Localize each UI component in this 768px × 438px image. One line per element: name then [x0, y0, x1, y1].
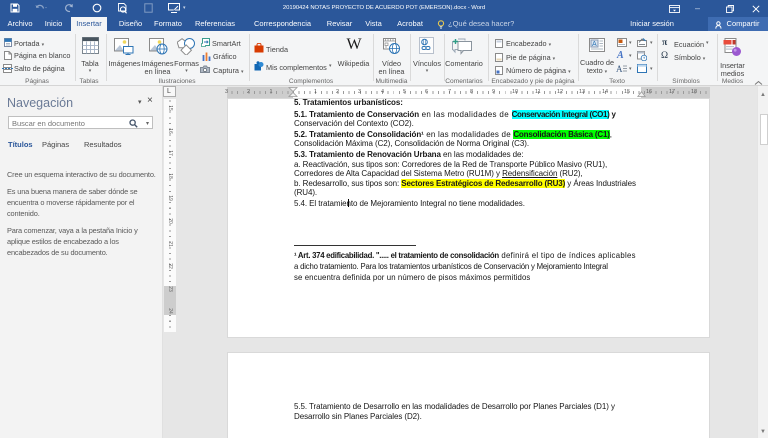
svg-text:A: A — [616, 64, 623, 73]
svg-text:A: A — [592, 41, 597, 48]
